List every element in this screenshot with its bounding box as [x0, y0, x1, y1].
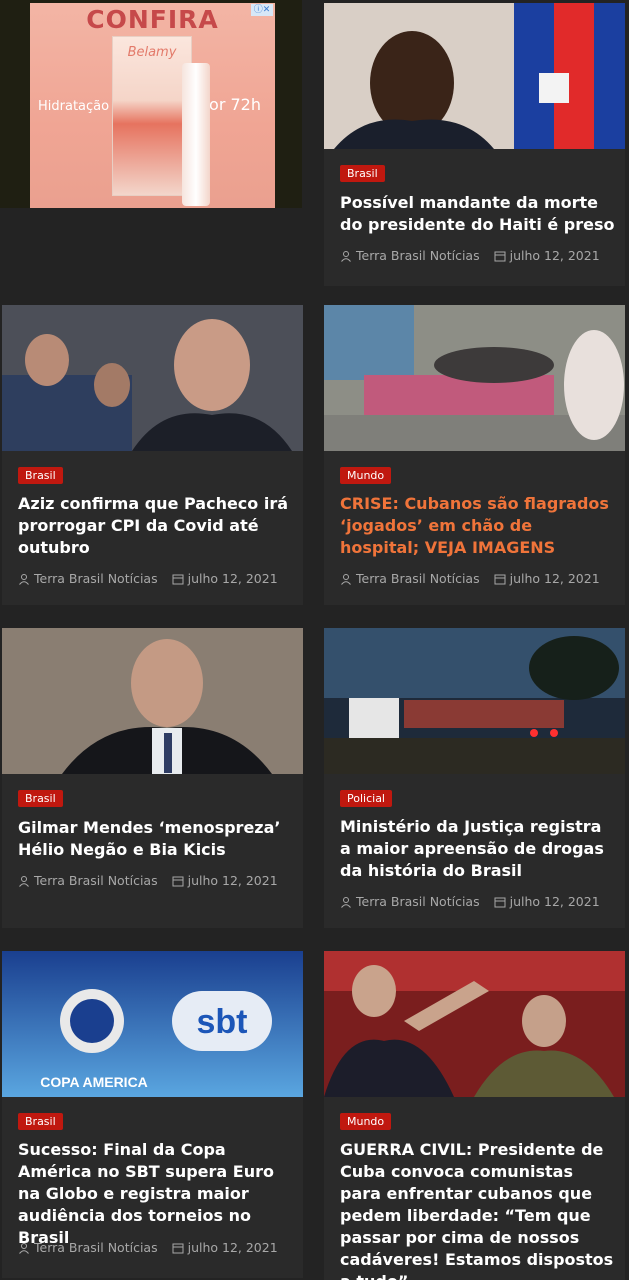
user-icon [19, 573, 29, 585]
article-date: julho 12, 2021 [509, 248, 600, 263]
sbt-logo-text: sbt [197, 1003, 248, 1041]
article-title[interactable]: Ministério da Justiça registra a maior a… [340, 816, 615, 882]
article-meta: Terra Brasil Notícias julho 12, 2021 [340, 571, 600, 586]
calendar-icon [494, 574, 506, 584]
article-title[interactable]: Sucesso: Final da Copa América no SBT su… [18, 1139, 293, 1249]
article-thumbnail[interactable] [324, 951, 625, 1097]
article-thumbnail[interactable]: sbt COPA AMERICA [2, 951, 303, 1097]
article-card[interactable]: sbt COPA AMERICA Brasil Sucesso: Final d… [2, 951, 303, 1278]
user-icon [341, 250, 351, 262]
article-title[interactable]: CRISE: Cubanos são flagrados ‘jogados’ e… [340, 493, 615, 559]
article-thumbnail[interactable] [2, 628, 303, 774]
author-link[interactable]: Terra Brasil Notícias [34, 873, 158, 888]
author-link[interactable]: Terra Brasil Notícias [34, 1240, 158, 1255]
article-meta: Terra Brasil Notícias julho 12, 2021 [18, 1240, 278, 1255]
product-box-image: Belamy [112, 36, 192, 196]
author-link[interactable]: Terra Brasil Notícias [356, 248, 480, 263]
article-card[interactable]: Mundo CRISE: Cubanos são flagrados ‘joga… [324, 305, 625, 605]
article-title[interactable]: Gilmar Mendes ‘menospreza’ Hélio Negão e… [18, 817, 293, 861]
article-card[interactable]: Brasil Aziz confirma que Pacheco irá pro… [2, 305, 303, 605]
calendar-icon [494, 897, 506, 907]
user-icon [19, 1242, 29, 1254]
user-icon [341, 896, 351, 908]
category-badge[interactable]: Mundo [340, 1113, 392, 1130]
category-badge[interactable]: Mundo [340, 467, 392, 484]
article-date: julho 12, 2021 [509, 894, 600, 909]
author-link[interactable]: Terra Brasil Notícias [34, 571, 158, 586]
calendar-icon [494, 251, 506, 261]
calendar-icon [172, 1243, 184, 1253]
article-card[interactable]: Brasil Gilmar Mendes ‘menospreza’ Hélio … [2, 628, 303, 928]
user-icon [341, 573, 351, 585]
ad-brand: Belamy [127, 45, 177, 60]
ad-choices-icon[interactable]: ⓘ✕ [251, 4, 273, 16]
ad-banner-image[interactable]: CONFIRA Hidratação por 72h Belamy ⓘ✕ [30, 3, 275, 208]
article-thumbnail[interactable] [324, 3, 625, 149]
article-date: julho 12, 2021 [187, 873, 278, 888]
calendar-icon [172, 876, 184, 886]
article-title[interactable]: GUERRA CIVIL: Presidente de Cuba convoca… [340, 1139, 615, 1280]
article-card[interactable]: Mundo GUERRA CIVIL: Presidente de Cuba c… [324, 951, 625, 1280]
article-card[interactable]: Brasil Possível mandante da morte do pre… [324, 3, 625, 286]
article-meta: Terra Brasil Notícias julho 12, 2021 [18, 571, 278, 586]
product-tube-image [182, 63, 210, 206]
calendar-icon [172, 574, 184, 584]
article-thumbnail[interactable] [2, 305, 303, 451]
copa-logo-text: COPA AMERICA [40, 1074, 148, 1090]
category-badge[interactable]: Brasil [18, 790, 63, 807]
author-link[interactable]: Terra Brasil Notícias [356, 894, 480, 909]
article-meta: Terra Brasil Notícias julho 12, 2021 [340, 894, 600, 909]
advertisement[interactable]: CONFIRA Hidratação por 72h Belamy ⓘ✕ [0, 0, 302, 208]
article-date: julho 12, 2021 [187, 571, 278, 586]
article-thumbnail[interactable] [324, 305, 625, 451]
author-link[interactable]: Terra Brasil Notícias [356, 571, 480, 586]
article-meta: Terra Brasil Notícias julho 12, 2021 [340, 248, 600, 263]
article-title[interactable]: Possível mandante da morte do presidente… [340, 192, 615, 236]
article-thumbnail[interactable] [324, 628, 625, 774]
category-badge[interactable]: Policial [340, 790, 392, 807]
category-badge[interactable]: Brasil [18, 467, 63, 484]
article-card[interactable]: Policial Ministério da Justiça registra … [324, 628, 625, 928]
category-badge[interactable]: Brasil [18, 1113, 63, 1130]
ad-left-text: Hidratação [38, 99, 110, 114]
article-date: julho 12, 2021 [187, 1240, 278, 1255]
article-meta: Terra Brasil Notícias julho 12, 2021 [18, 873, 278, 888]
category-badge[interactable]: Brasil [340, 165, 385, 182]
ad-headline: CONFIRA [86, 5, 219, 34]
article-title[interactable]: Aziz confirma que Pacheco irá prorrogar … [18, 493, 293, 559]
article-date: julho 12, 2021 [509, 571, 600, 586]
user-icon [19, 875, 29, 887]
